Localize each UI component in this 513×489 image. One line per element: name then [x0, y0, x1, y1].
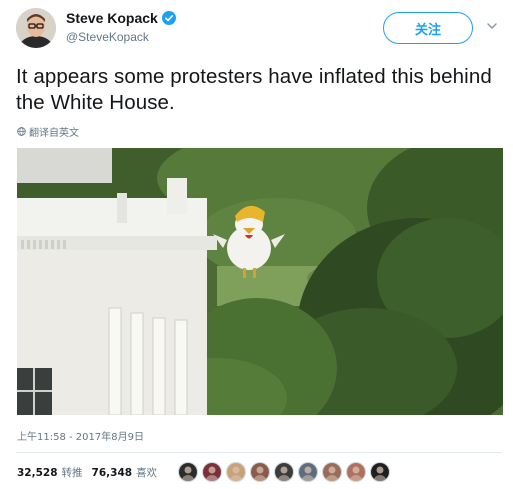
user-avatar-icon	[16, 8, 56, 48]
tweet-photo[interactable]	[17, 148, 503, 415]
liker-avatar-2[interactable]	[202, 462, 222, 482]
liker-avatar-1[interactable]	[178, 462, 198, 482]
liker-avatar-icon	[371, 463, 389, 481]
liker-avatar-icon	[323, 463, 341, 481]
liker-avatar-icon	[203, 463, 221, 481]
liker-avatar-5[interactable]	[274, 462, 294, 482]
liker-avatar-icon	[275, 463, 293, 481]
retweet-count[interactable]: 32,528	[17, 467, 58, 479]
tweet-text: It appears some protesters have inflated…	[16, 65, 492, 114]
verified-badge-icon	[161, 11, 176, 25]
liker-avatar-icon	[299, 463, 317, 481]
liker-avatar-icon	[251, 463, 269, 481]
retweet-label[interactable]: 转推	[62, 465, 83, 480]
chevron-down-icon[interactable]	[486, 20, 498, 32]
like-label[interactable]: 喜欢	[136, 465, 157, 480]
translate-link[interactable]: 翻译自英文	[17, 124, 79, 139]
liker-avatar-7[interactable]	[322, 462, 342, 482]
globe-icon	[17, 127, 26, 136]
like-count[interactable]: 76,348	[92, 467, 133, 479]
liker-avatar-3[interactable]	[226, 462, 246, 482]
liker-avatar-6[interactable]	[298, 462, 318, 482]
divider	[16, 452, 502, 453]
liker-avatar-icon	[227, 463, 245, 481]
liker-avatar-icon	[347, 463, 365, 481]
display-name[interactable]: Steve Kopack	[66, 10, 158, 26]
tweet-stats: 32,528 转推 76,348 喜欢	[17, 465, 166, 480]
liker-avatar-icon	[179, 463, 197, 481]
liker-avatar-8[interactable]	[346, 462, 366, 482]
tweet-timestamp[interactable]: 上午11:58 - 2017年8月9日	[17, 428, 144, 443]
display-name-row[interactable]: Steve Kopack	[66, 10, 176, 26]
follow-button[interactable]: 关注	[383, 12, 473, 44]
photo-inflatable-chicken-white-house	[17, 148, 503, 415]
user-handle[interactable]: @SteveKopack	[66, 30, 149, 44]
avatar[interactable]	[16, 8, 56, 48]
liker-avatars	[178, 462, 390, 482]
translate-label[interactable]: 翻译自英文	[29, 124, 79, 139]
liker-avatar-9[interactable]	[370, 462, 390, 482]
liker-avatar-4[interactable]	[250, 462, 270, 482]
